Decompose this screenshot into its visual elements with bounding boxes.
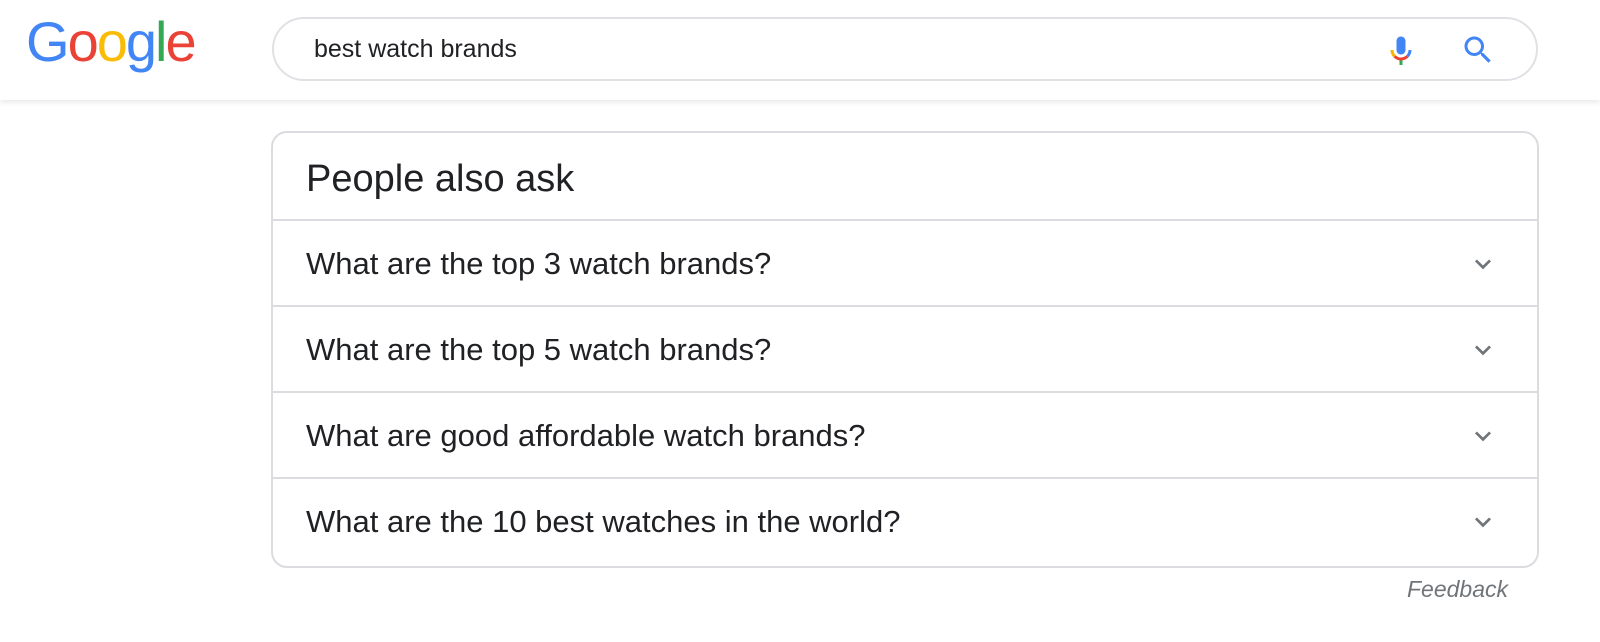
logo-letter: o — [67, 10, 99, 73]
google-logo[interactable]: Google — [26, 10, 197, 86]
feedback-link[interactable]: Feedback — [1380, 576, 1508, 603]
people-also-ask-card: People also ask What are the top 3 watch… — [271, 131, 1539, 568]
chevron-down-icon[interactable] — [1467, 506, 1499, 538]
question-row[interactable]: What are good affordable watch brands? — [273, 393, 1537, 479]
question-row[interactable]: What are the top 5 watch brands? — [273, 307, 1537, 393]
chevron-down-icon[interactable] — [1467, 248, 1499, 280]
chevron-down-icon[interactable] — [1467, 420, 1499, 452]
logo-letter: o — [96, 10, 128, 73]
search-input[interactable] — [314, 19, 1364, 79]
search-box — [272, 17, 1538, 81]
people-also-ask-title: People also ask — [273, 133, 1537, 221]
question-label: What are the top 5 watch brands? — [306, 332, 772, 367]
microphone-icon[interactable] — [1383, 32, 1419, 68]
question-label: What are good affordable watch brands? — [306, 418, 866, 453]
logo-letter: l — [155, 10, 168, 73]
question-label: What are the 10 best watches in the worl… — [306, 504, 901, 539]
question-row[interactable]: What are the top 3 watch brands? — [273, 221, 1537, 307]
header-bar: Google — [0, 0, 1600, 100]
search-icon[interactable] — [1460, 32, 1496, 68]
logo-letter: e — [165, 10, 196, 73]
chevron-down-icon[interactable] — [1467, 334, 1499, 366]
question-row[interactable]: What are the 10 best watches in the worl… — [273, 479, 1537, 565]
logo-letter: g — [125, 10, 157, 73]
question-label: What are the top 3 watch brands? — [306, 246, 772, 281]
logo-letter: G — [26, 10, 70, 73]
